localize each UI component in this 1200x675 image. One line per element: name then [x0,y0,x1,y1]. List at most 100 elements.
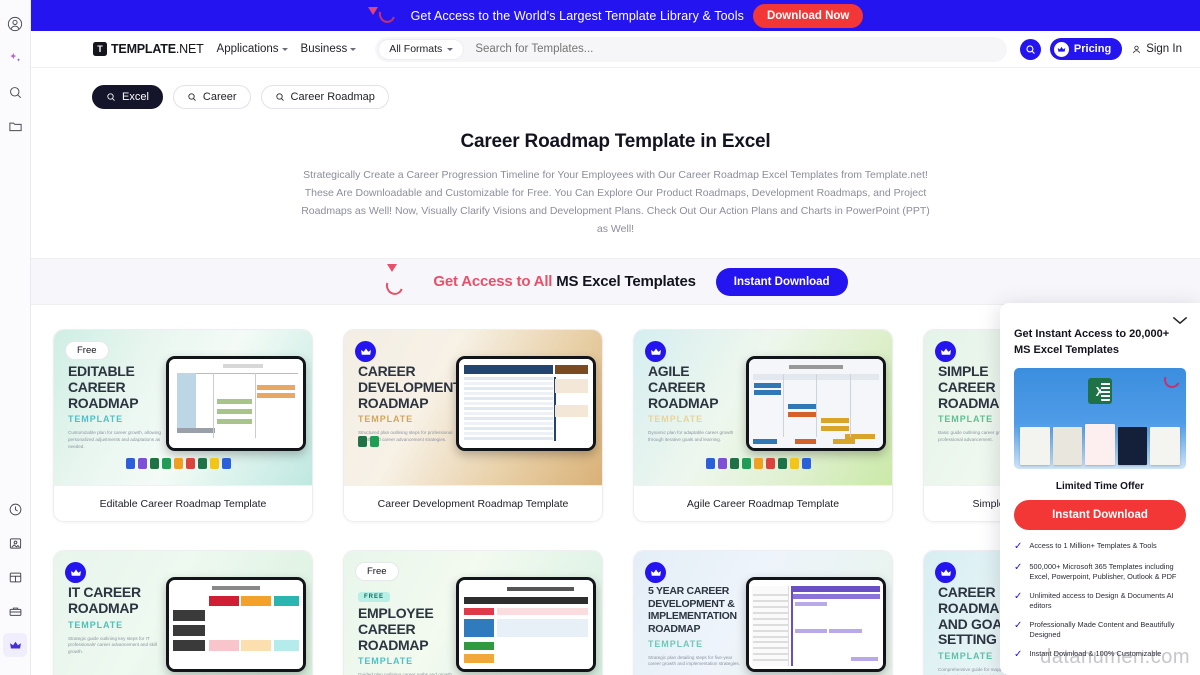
free-badge: Free [355,562,399,582]
filter-chips: Excel Career Career Roadmap [31,68,1200,109]
check-icon: ✓ [1014,648,1023,660]
thumb-title-line: EMPLOYEE [358,605,434,622]
page-description: Strategically Create a Career Progressio… [301,169,930,236]
thumbnail-text-block: EDITABLE CAREER ROADMAP TEMPLATE Customizabl… [68,364,178,451]
format-icon [222,458,231,470]
mini-document-previews [1020,423,1180,466]
sparkle-icon[interactable] [3,46,27,70]
template-card[interactable]: AGILE CAREER ROADMAP TEMPLATE Dynamic plan f… [633,329,893,523]
device-screen [169,359,303,449]
briefcase-icon[interactable] [3,599,27,623]
hero-section: Career Roadmap Template in Excel Strateg… [31,109,1200,238]
benefit-item: ✓ Unlimited access to Design & Documents … [1014,591,1186,612]
thumbnail-description: Customizable plan for career growth, all… [68,430,161,449]
search-icon [107,93,115,101]
download-now-button[interactable]: Download Now [752,3,864,28]
search-icon [188,93,196,101]
layout-icon[interactable] [3,565,27,589]
thumb-title-line: EDITABLE [68,363,135,380]
format-icon [706,458,715,470]
thumb-title-line: ROADMAP [648,394,719,411]
free-tag: FREE [358,592,391,603]
template-card[interactable]: 5 YEAR CAREER DEVELOPMENT & IMPLEMENTATION… [633,550,893,675]
chip-career-roadmap[interactable]: Career Roadmap [260,85,389,109]
format-icon [150,458,159,470]
folder-icon[interactable] [3,114,27,138]
logo-light: .NET [175,42,204,56]
thumbnail-subtitle: TEMPLATE [648,414,704,425]
template-card[interactable]: Free EDITABLE CAREER ROADMAP TEMPLATE Customi… [53,329,313,523]
benefit-text: Professionally Made Content and Beautifu… [1029,619,1175,640]
thumbnail-subtitle: TEMPLATE [68,619,124,630]
device-mockup [166,577,306,673]
format-icon [162,458,171,470]
format-icon-row [706,458,811,470]
rail-bottom-group [3,497,27,675]
image-icon[interactable] [3,531,27,555]
promo-top-bar: Get Access to the World's Largest Templa… [31,0,1200,31]
nav-business[interactable]: Business [301,43,357,55]
pricing-button[interactable]: Pricing [1049,38,1123,60]
chevron-down-icon[interactable] [1172,312,1188,330]
device-mockup [456,356,596,452]
chip-excel[interactable]: Excel [92,85,163,109]
device-screen [459,359,593,449]
check-icon: ✓ [1014,590,1023,602]
chip-career-roadmap-label: Career Roadmap [290,91,375,103]
mini-doc [1020,427,1050,466]
logo-text: TEMPLATE.NET [111,42,204,56]
popup-title: Get Instant Access to 20,000+ MS Excel T… [1014,328,1170,356]
format-icon [126,458,135,470]
thumb-title-line: CAREER [358,620,416,637]
template-card-title: Career Development Roadmap Template [344,485,602,522]
thumb-title-line: CAREER [648,378,706,395]
search-submit-button[interactable] [1019,38,1041,60]
thumb-title-line: IMPLEMENTATION [648,610,737,623]
free-badge: Free [65,341,109,361]
site-header: T TEMPLATE.NET Applications Business All… [31,31,1200,68]
search-icon[interactable] [3,80,27,104]
mini-doc [1150,427,1180,466]
chip-career-label: Career [202,91,237,103]
template-card[interactable]: CAREER DEVELOPMENT ROADMAP TEMPLATE Structur… [343,329,603,523]
account-icon[interactable] [3,12,27,36]
os-sidebar [0,0,31,675]
nav-business-label: Business [300,43,348,55]
app-root: Get Access to the World's Largest Templa… [0,0,1200,675]
nav-applications[interactable]: Applications [217,43,288,55]
thumbnail-description: Strategic plan detailing steps for five-… [648,654,740,667]
thumbnail-text-block: IT CAREER ROADMAP TEMPLATE Strategic guide … [68,585,178,656]
thumb-title-line: ROADMAP [358,394,429,411]
search-input[interactable] [463,43,1003,55]
template-card[interactable]: IT CAREER ROADMAP TEMPLATE Strategic guide … [53,550,313,675]
thumbnail-title: IT CAREER ROADMAP [68,585,178,616]
crown-icon[interactable] [3,633,27,657]
mini-doc [1085,424,1115,466]
template-card[interactable]: Free FREE EMPLOYEE CAREER ROADMAP TEMPLATE Gui… [343,550,603,675]
popup-instant-download-button[interactable]: Instant Download [1014,500,1186,531]
sign-in-button[interactable]: Sign In [1131,43,1182,55]
device-mockup [746,577,886,673]
logo-mark: T [93,42,107,56]
format-icon [138,458,147,470]
site-logo[interactable]: T TEMPLATE.NET [93,42,204,56]
device-screen [749,580,883,670]
arc-shape [1161,369,1183,391]
thumb-title-line: AGILE [648,363,690,380]
thumbnail-title: CAREER DEVELOPMENT ROADMAP [358,364,468,411]
check-icon: ✓ [1014,541,1023,553]
header-actions: Pricing Sign In [1019,38,1182,60]
history-icon[interactable] [3,497,27,521]
thumbnail-title: AGILE CAREER ROADMAP [648,364,758,411]
pricing-label: Pricing [1073,43,1112,55]
format-select[interactable]: All Formats [379,39,464,59]
instant-download-button[interactable]: Instant Download [715,267,848,296]
thumbnail-subtitle: TEMPLATE [358,414,414,425]
limited-time-offer-label: Limited Time Offer [1055,481,1145,493]
thumb-title-line: ROADMAP [68,599,139,616]
format-icon [802,458,811,470]
chip-career[interactable]: Career [172,85,251,109]
format-icon [186,458,195,470]
arc-shape [375,2,398,26]
arc-shape [383,273,407,298]
